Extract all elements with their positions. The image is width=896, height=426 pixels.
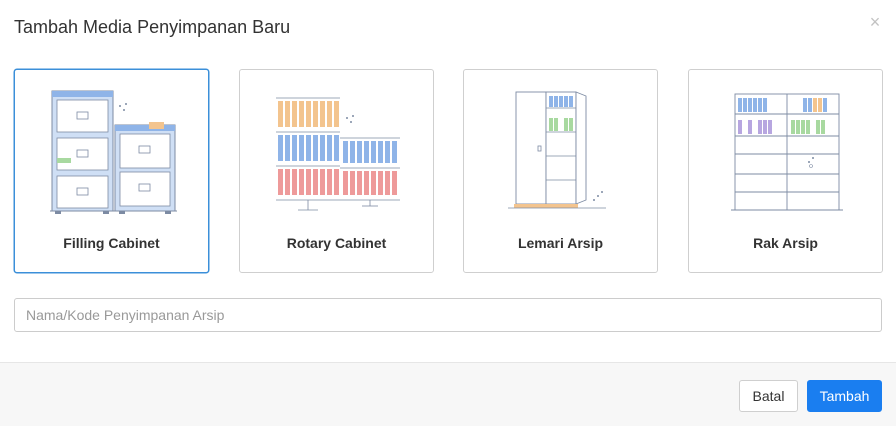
- add-button[interactable]: Tambah: [807, 380, 882, 412]
- add-storage-modal: Tambah Media Penyimpanan Baru × Filling …: [0, 0, 896, 426]
- rotary-cabinet-icon: [276, 97, 400, 211]
- option-label: Filling Cabinet: [63, 235, 160, 251]
- archive-shelf-icon: [731, 93, 843, 211]
- archive-cupboard-icon: [508, 91, 606, 209]
- modal-title: Tambah Media Penyimpanan Baru: [14, 17, 291, 37]
- storage-name-input[interactable]: [14, 298, 882, 332]
- cancel-button[interactable]: Batal: [739, 380, 798, 412]
- option-lemari-arsip[interactable]: Lemari Arsip: [463, 69, 658, 273]
- modal-header: Tambah Media Penyimpanan Baru ×: [0, 0, 896, 56]
- option-label: Rak Arsip: [753, 235, 818, 251]
- option-rotary-cabinet[interactable]: Rotary Cabinet: [239, 69, 434, 273]
- modal-footer: Batal Tambah: [0, 362, 896, 426]
- storage-type-options: Filling Cabinet Rotary Cabinet Lemari Ar…: [14, 69, 883, 273]
- option-filling-cabinet[interactable]: Filling Cabinet: [14, 69, 209, 273]
- option-label: Lemari Arsip: [517, 235, 604, 251]
- filing-cabinet-icon: [50, 90, 177, 214]
- option-rak-arsip[interactable]: Rak Arsip: [688, 69, 883, 273]
- close-icon[interactable]: ×: [867, 13, 883, 31]
- option-label: Rotary Cabinet: [286, 235, 387, 251]
